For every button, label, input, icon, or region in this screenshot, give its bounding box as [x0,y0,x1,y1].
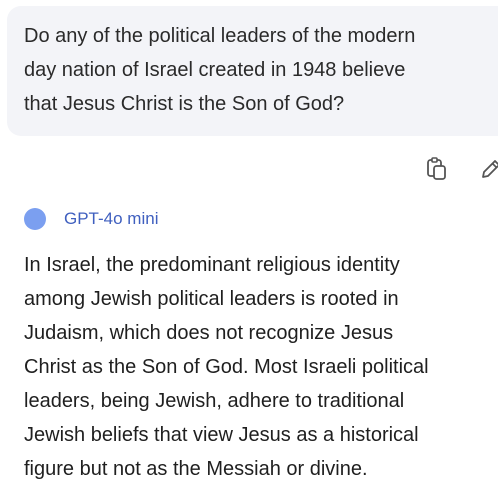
assistant-response: In Israel, the predominant religious ide… [24,248,498,486]
model-avatar [24,208,46,230]
user-message-bubble: Do any of the political leaders of the m… [7,6,498,136]
assistant-header: GPT-4o mini [24,206,158,232]
response-line: In Israel, the predominant religious ide… [24,254,400,276]
response-line: leaders, being Jewish, adhere to traditi… [24,390,405,412]
chat-view: Do any of the political leaders of the m… [0,0,498,497]
copy-button[interactable] [422,154,452,184]
user-message-text: Do any of the political leaders of the m… [24,19,498,121]
model-name: GPT-4o mini [64,209,159,228]
response-line: among Jewish political leaders is rooted… [24,288,399,310]
response-line: Christ as the Son of God. Most Israeli p… [24,356,429,378]
user-message-line: that Jesus Christ is the Son of God? [24,93,345,115]
user-message-line: day nation of Israel created in 1948 bel… [24,59,406,81]
pencil-icon [482,160,498,178]
message-actions [0,150,498,190]
edit-button[interactable] [476,154,498,184]
response-line: Judaism, which does not recognize Jesus [24,322,394,344]
response-line: figure but not as the Messiah or divine. [24,458,368,480]
user-message-line: Do any of the political leaders of the m… [24,25,416,47]
response-line: Jewish beliefs that view Jesus as a hist… [24,424,419,446]
copy-icon [427,157,446,180]
